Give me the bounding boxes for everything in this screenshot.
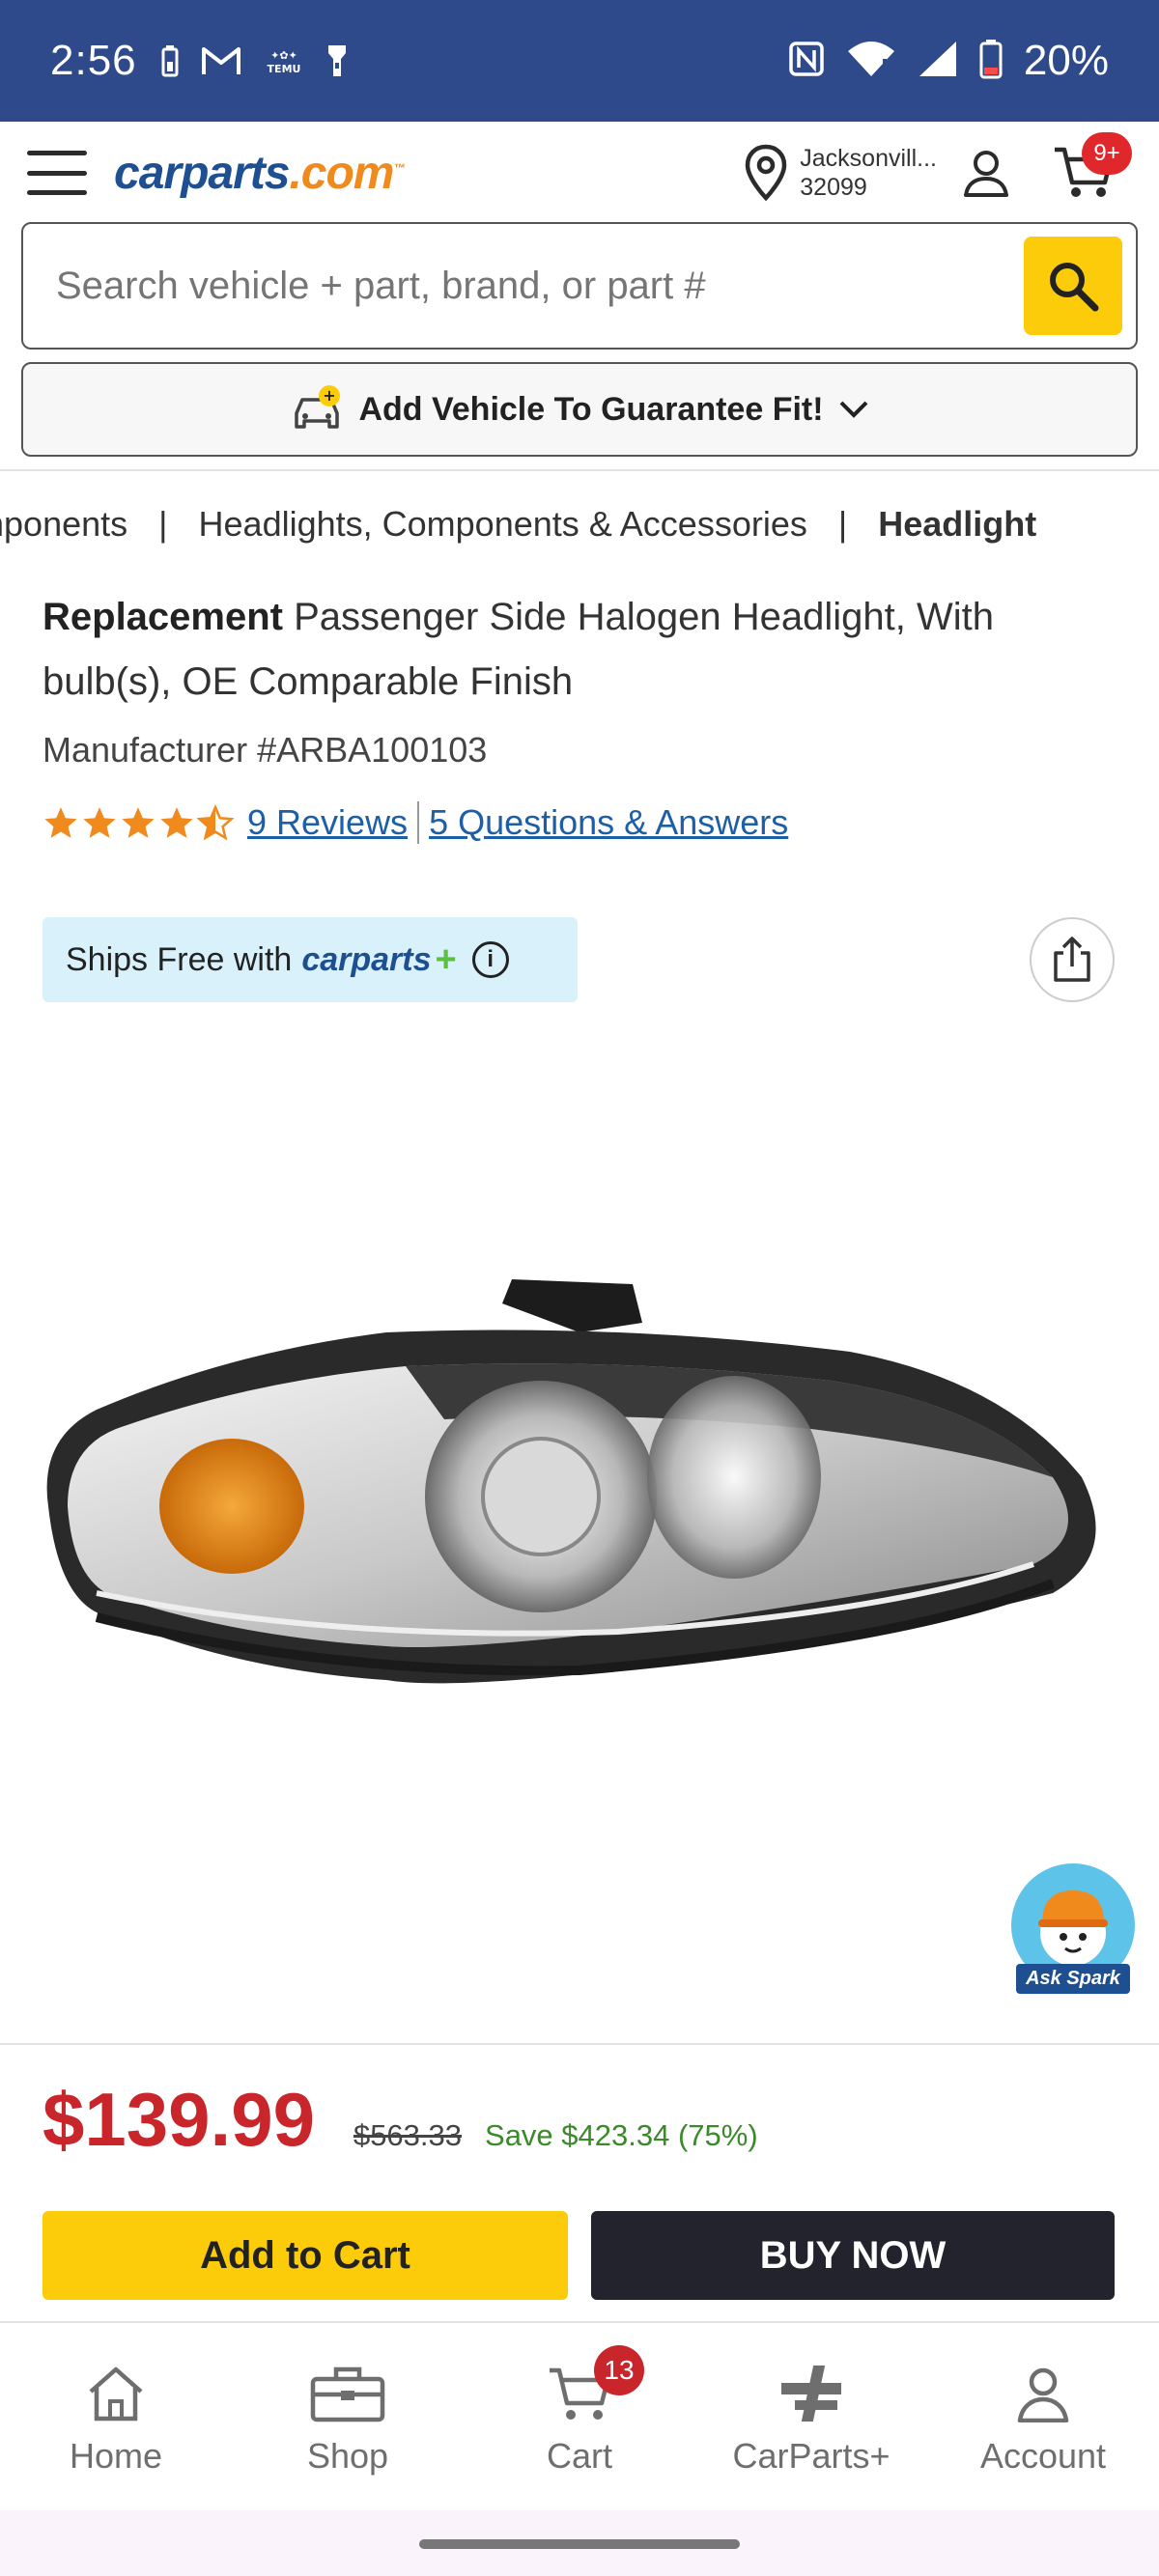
nav-home-label: Home [69, 2436, 163, 2476]
carparts-plus-logo: carparts [301, 940, 432, 978]
breadcrumb-current: Headlight [878, 504, 1037, 544]
savings-text: Save $423.34 (75%) [485, 2118, 758, 2152]
location-pin-icon [746, 144, 787, 202]
search-bar [21, 222, 1138, 350]
carparts-plus-icon [777, 2357, 845, 2430]
svg-text:TEMU: TEMU [267, 63, 300, 75]
share-icon [1054, 937, 1090, 982]
add-vehicle-label: Add Vehicle To Guarantee Fit! [358, 390, 824, 428]
breadcrumb-separator: | [158, 504, 168, 544]
menu-icon[interactable] [27, 151, 87, 195]
breadcrumb-separator: | [837, 504, 848, 544]
bottom-nav: Home Shop 13 Cart CarParts+ Account [0, 2321, 1159, 2510]
star-icon [122, 807, 155, 838]
manufacturer-number: Manufacturer #ARBA100103 [42, 730, 488, 770]
rating-row: 9 Reviews 5 Questions & Answers [42, 801, 788, 844]
cart-icon: 13 [548, 2345, 644, 2430]
home-icon [85, 2357, 147, 2430]
battery-percent: 20% [1023, 37, 1109, 84]
share-button[interactable] [1030, 917, 1115, 1002]
nav-carparts-plus[interactable]: CarParts+ [695, 2323, 927, 2510]
temu-icon: ✦✿✦ TEMU [263, 46, 305, 75]
product-image[interactable] [39, 1188, 1130, 1806]
price-row: $139.99 $563.33 Save $423.34 (75%) [42, 2076, 758, 2164]
star-icon [83, 807, 116, 838]
cart-icon[interactable]: 9+ [1053, 132, 1132, 200]
carparts-plus-sign: + [435, 938, 457, 980]
nav-shop-label: Shop [306, 2436, 389, 2476]
location-city: Jacksonvill... [800, 145, 937, 172]
ships-free-text: Ships Free with [66, 940, 293, 978]
nav-cart-badge: 13 [594, 2345, 644, 2395]
add-to-cart-button[interactable]: Add to Cart [42, 2211, 568, 2300]
nav-account-label: Account [979, 2436, 1107, 2476]
original-price: $563.33 [353, 2118, 463, 2152]
info-icon[interactable]: i [471, 941, 509, 978]
nav-home[interactable]: Home [0, 2323, 232, 2510]
toolbox-icon [309, 2357, 386, 2430]
product-title: Replacement Passenger Side Halogen Headl… [42, 585, 1124, 714]
chevron-down-icon [839, 401, 867, 418]
store-location[interactable]: Jacksonvill... 32099 [744, 144, 937, 202]
breadcrumb: nponents | Headlights, Components & Acce… [0, 498, 1159, 556]
rating-divider [417, 801, 420, 844]
site-header: carparts.com™ Jacksonvill... 32099 9+ [0, 122, 1159, 224]
star-rating [42, 804, 234, 841]
star-icon [160, 807, 193, 838]
search-input[interactable] [56, 264, 1024, 308]
gmail-icon [201, 45, 241, 76]
ships-free-banner: Ships Free with carparts + i [42, 917, 578, 1002]
breadcrumb-item[interactable]: nponents [0, 504, 127, 544]
buy-now-button[interactable]: BUY NOW [591, 2211, 1115, 2300]
add-badge: + [324, 386, 336, 405]
questions-link[interactable]: 5 Questions & Answers [429, 802, 788, 843]
logo-tm: ™ [393, 160, 405, 175]
battery-saver-icon [160, 44, 180, 77]
reviews-link[interactable]: 9 Reviews [247, 802, 408, 843]
star-icon [44, 807, 77, 838]
wifi-icon [846, 40, 896, 83]
battery-icon [979, 39, 1003, 84]
status-bar: 2:56 ✦✿✦ TEMU 20% [0, 0, 1159, 122]
nav-carparts-plus-label: CarParts+ [732, 2436, 890, 2476]
ask-spark-button[interactable]: Ask Spark [1010, 1863, 1136, 2004]
location-zip: 32099 [800, 174, 867, 201]
search-icon [1050, 263, 1099, 312]
car-icon: + [289, 384, 345, 434]
add-vehicle-button[interactable]: + Add Vehicle To Guarantee Fit! [21, 362, 1138, 457]
account-icon [1014, 2357, 1072, 2430]
status-time: 2:56 [50, 37, 137, 84]
nav-cart[interactable]: 13 Cart [464, 2323, 695, 2510]
flashlight-icon [326, 43, 348, 78]
svg-text:✦✿✦: ✦✿✦ [270, 49, 297, 62]
breadcrumb-item[interactable]: Headlights, Components & Accessories [199, 504, 807, 544]
logo-suffix: .com [289, 147, 394, 199]
account-icon[interactable] [962, 149, 1010, 197]
logo-main: carparts [114, 147, 290, 199]
nav-shop[interactable]: Shop [232, 2323, 464, 2510]
home-gesture-bar[interactable] [419, 2539, 740, 2549]
site-logo[interactable]: carparts.com™ [114, 147, 405, 200]
sale-price: $139.99 [42, 2077, 315, 2162]
nav-account[interactable]: Account [927, 2323, 1159, 2510]
product-brand: Replacement [42, 596, 283, 638]
cart-count-badge: 9+ [1082, 132, 1132, 175]
nfc-icon [788, 41, 825, 82]
ask-spark-label: Ask Spark [1016, 1964, 1130, 1994]
header-divider [0, 469, 1159, 471]
nav-cart-label: Cart [546, 2436, 612, 2476]
price-divider [0, 2043, 1159, 2045]
search-button[interactable] [1024, 237, 1122, 335]
half-star-icon [197, 804, 234, 841]
signal-icon [918, 40, 958, 83]
